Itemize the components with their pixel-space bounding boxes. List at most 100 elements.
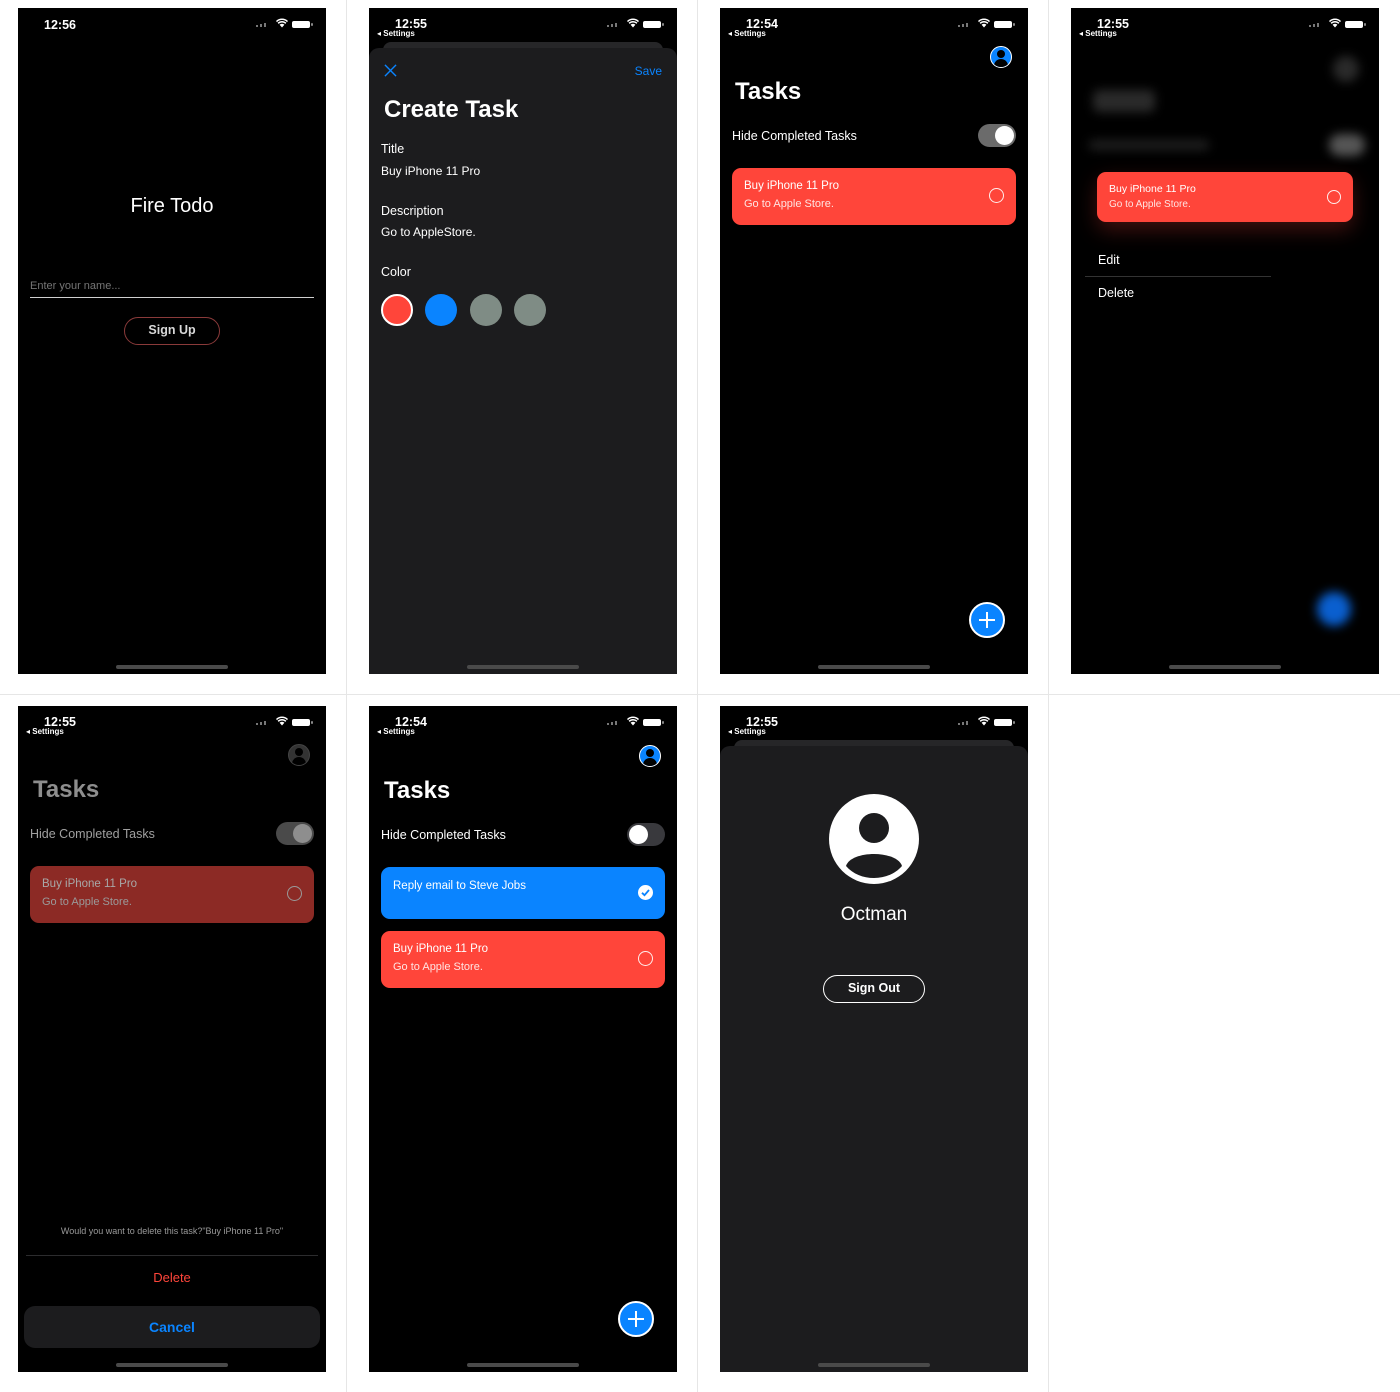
color-swatch-blue[interactable] <box>425 294 457 326</box>
delete-button[interactable]: Delete <box>26 1270 318 1285</box>
wifi-icon <box>276 18 288 28</box>
task-title: Buy iPhone 11 Pro <box>744 180 840 192</box>
grid-divider <box>1048 0 1049 1392</box>
create-task-sheet: Save Create Task Title Buy iPhone 11 Pro… <box>369 48 677 674</box>
description-field[interactable]: Go to AppleStore. <box>381 225 476 239</box>
back-to-settings-link[interactable]: ◂ Settings <box>728 727 766 736</box>
grid-divider <box>697 0 698 1392</box>
status-bar: 12:54 ◂ Settings <box>369 706 677 742</box>
add-task-button[interactable] <box>969 602 1005 638</box>
wifi-icon <box>1329 18 1341 28</box>
task-card[interactable]: Reply email to Steve Jobs <box>381 867 665 919</box>
status-bar: 12:55 ◂ Settings <box>369 8 677 44</box>
back-to-settings-link[interactable]: ◂ Settings <box>26 727 64 736</box>
task-checkbox[interactable] <box>638 951 653 966</box>
color-swatch-red[interactable] <box>381 294 413 326</box>
back-to-settings-link[interactable]: ◂ Settings <box>377 29 415 38</box>
status-bar: 12:54 ◂ Settings <box>720 8 1028 44</box>
hide-completed-toggle[interactable] <box>978 124 1016 147</box>
back-to-settings-link[interactable]: ◂ Settings <box>377 727 415 736</box>
battery-icon <box>1345 21 1366 28</box>
profile-sheet: Octman Sign Out <box>720 746 1028 1372</box>
profile-avatar-button[interactable] <box>639 745 661 767</box>
signal-icon <box>607 23 621 27</box>
battery-icon <box>994 21 1015 28</box>
grid-divider <box>0 694 1400 695</box>
home-indicator <box>1169 665 1281 669</box>
signal-icon <box>256 23 270 27</box>
add-task-button[interactable] <box>618 1301 654 1337</box>
user-avatar-icon <box>829 794 919 884</box>
home-indicator <box>467 665 579 669</box>
page-title: Tasks <box>33 776 100 803</box>
task-card[interactable]: Buy iPhone 11 Pro Go to Apple Store. <box>732 168 1016 225</box>
user-name: Octman <box>840 904 908 925</box>
tasks-list-screen: 12:54 ◂ Settings Tasks Hide Completed Ta… <box>369 706 677 1372</box>
profile-avatar-button[interactable] <box>288 744 310 766</box>
signal-icon <box>607 721 621 725</box>
signal-icon <box>256 721 270 725</box>
save-button[interactable]: Save <box>635 64 662 78</box>
status-bar: 12:55 ◂ Settings <box>720 706 1028 742</box>
profile-screen: 12:55 ◂ Settings Octman Sign Out <box>720 706 1028 1372</box>
back-to-settings-link[interactable]: ◂ Settings <box>728 29 766 38</box>
task-checkbox[interactable] <box>989 188 1004 203</box>
page-title: Tasks <box>384 777 451 804</box>
task-description: Go to Apple Store. <box>393 961 483 973</box>
battery-icon <box>994 719 1015 726</box>
home-indicator <box>467 1363 579 1367</box>
color-swatch-gray[interactable] <box>514 294 546 326</box>
task-title: Reply email to Steve Jobs <box>393 880 526 892</box>
tasks-screen: 12:54 ◂ Settings Tasks Hide Completed Ta… <box>720 8 1028 674</box>
description-label: Description <box>381 204 444 218</box>
title-field[interactable]: Buy iPhone 11 Pro <box>381 164 480 178</box>
hide-completed-label: Hide Completed Tasks <box>732 129 857 143</box>
hide-completed-toggle[interactable] <box>627 823 665 846</box>
battery-icon <box>643 21 664 28</box>
menu-item-delete[interactable]: Delete <box>1098 286 1134 300</box>
task-card[interactable]: Buy iPhone 11 Pro Go to Apple Store. <box>30 866 314 923</box>
sign-up-button[interactable]: Sign Up <box>124 317 220 345</box>
task-card[interactable]: Buy iPhone 11 Pro Go to Apple Store. <box>1097 172 1353 222</box>
cancel-button[interactable]: Cancel <box>24 1306 320 1348</box>
task-checkbox-checked[interactable] <box>638 885 653 900</box>
color-swatch-gray[interactable] <box>470 294 502 326</box>
task-title: Buy iPhone 11 Pro <box>42 878 138 890</box>
menu-divider <box>1085 276 1271 277</box>
battery-icon <box>643 719 664 726</box>
task-description: Go to Apple Store. <box>744 198 834 210</box>
home-indicator <box>116 665 228 669</box>
status-bar: 12:55 ◂ Settings <box>18 706 326 742</box>
hide-completed-toggle[interactable] <box>276 822 314 845</box>
wifi-icon <box>978 18 990 28</box>
wifi-icon <box>276 716 288 726</box>
hide-completed-label: Hide Completed Tasks <box>381 828 506 842</box>
context-menu: Edit Delete <box>1085 244 1271 310</box>
home-indicator <box>818 1363 930 1367</box>
task-title: Buy iPhone 11 Pro <box>393 943 489 955</box>
menu-item-edit[interactable]: Edit <box>1098 253 1120 267</box>
status-time: 12:56 <box>44 18 76 32</box>
sign-out-button[interactable]: Sign Out <box>823 975 925 1003</box>
name-input[interactable] <box>30 274 314 298</box>
task-card[interactable]: Buy iPhone 11 Pro Go to Apple Store. <box>381 931 665 988</box>
task-checkbox[interactable] <box>1327 190 1341 204</box>
battery-icon <box>292 719 313 726</box>
close-icon[interactable] <box>384 64 397 77</box>
hide-completed-label: Hide Completed Tasks <box>30 827 155 841</box>
login-screen: 12:56 Fire Todo Sign Up <box>18 8 326 674</box>
task-checkbox[interactable] <box>287 886 302 901</box>
profile-avatar-button[interactable] <box>990 46 1012 68</box>
task-description: Go to Apple Store. <box>42 896 132 908</box>
back-to-settings-link[interactable]: ◂ Settings <box>1079 29 1117 38</box>
action-sheet: Would you want to delete this task?"Buy … <box>26 1214 318 1306</box>
page-title: Tasks <box>735 78 802 105</box>
status-bar: 12:55 ◂ Settings <box>1071 8 1379 44</box>
delete-confirm-screen: 12:55 ◂ Settings Tasks Hide Completed Ta… <box>18 706 326 1372</box>
battery-icon <box>292 21 313 28</box>
grid-divider <box>346 0 347 1392</box>
home-indicator <box>116 1363 228 1367</box>
wifi-icon <box>627 716 639 726</box>
page-title: Create Task <box>384 96 519 123</box>
home-indicator <box>818 665 930 669</box>
